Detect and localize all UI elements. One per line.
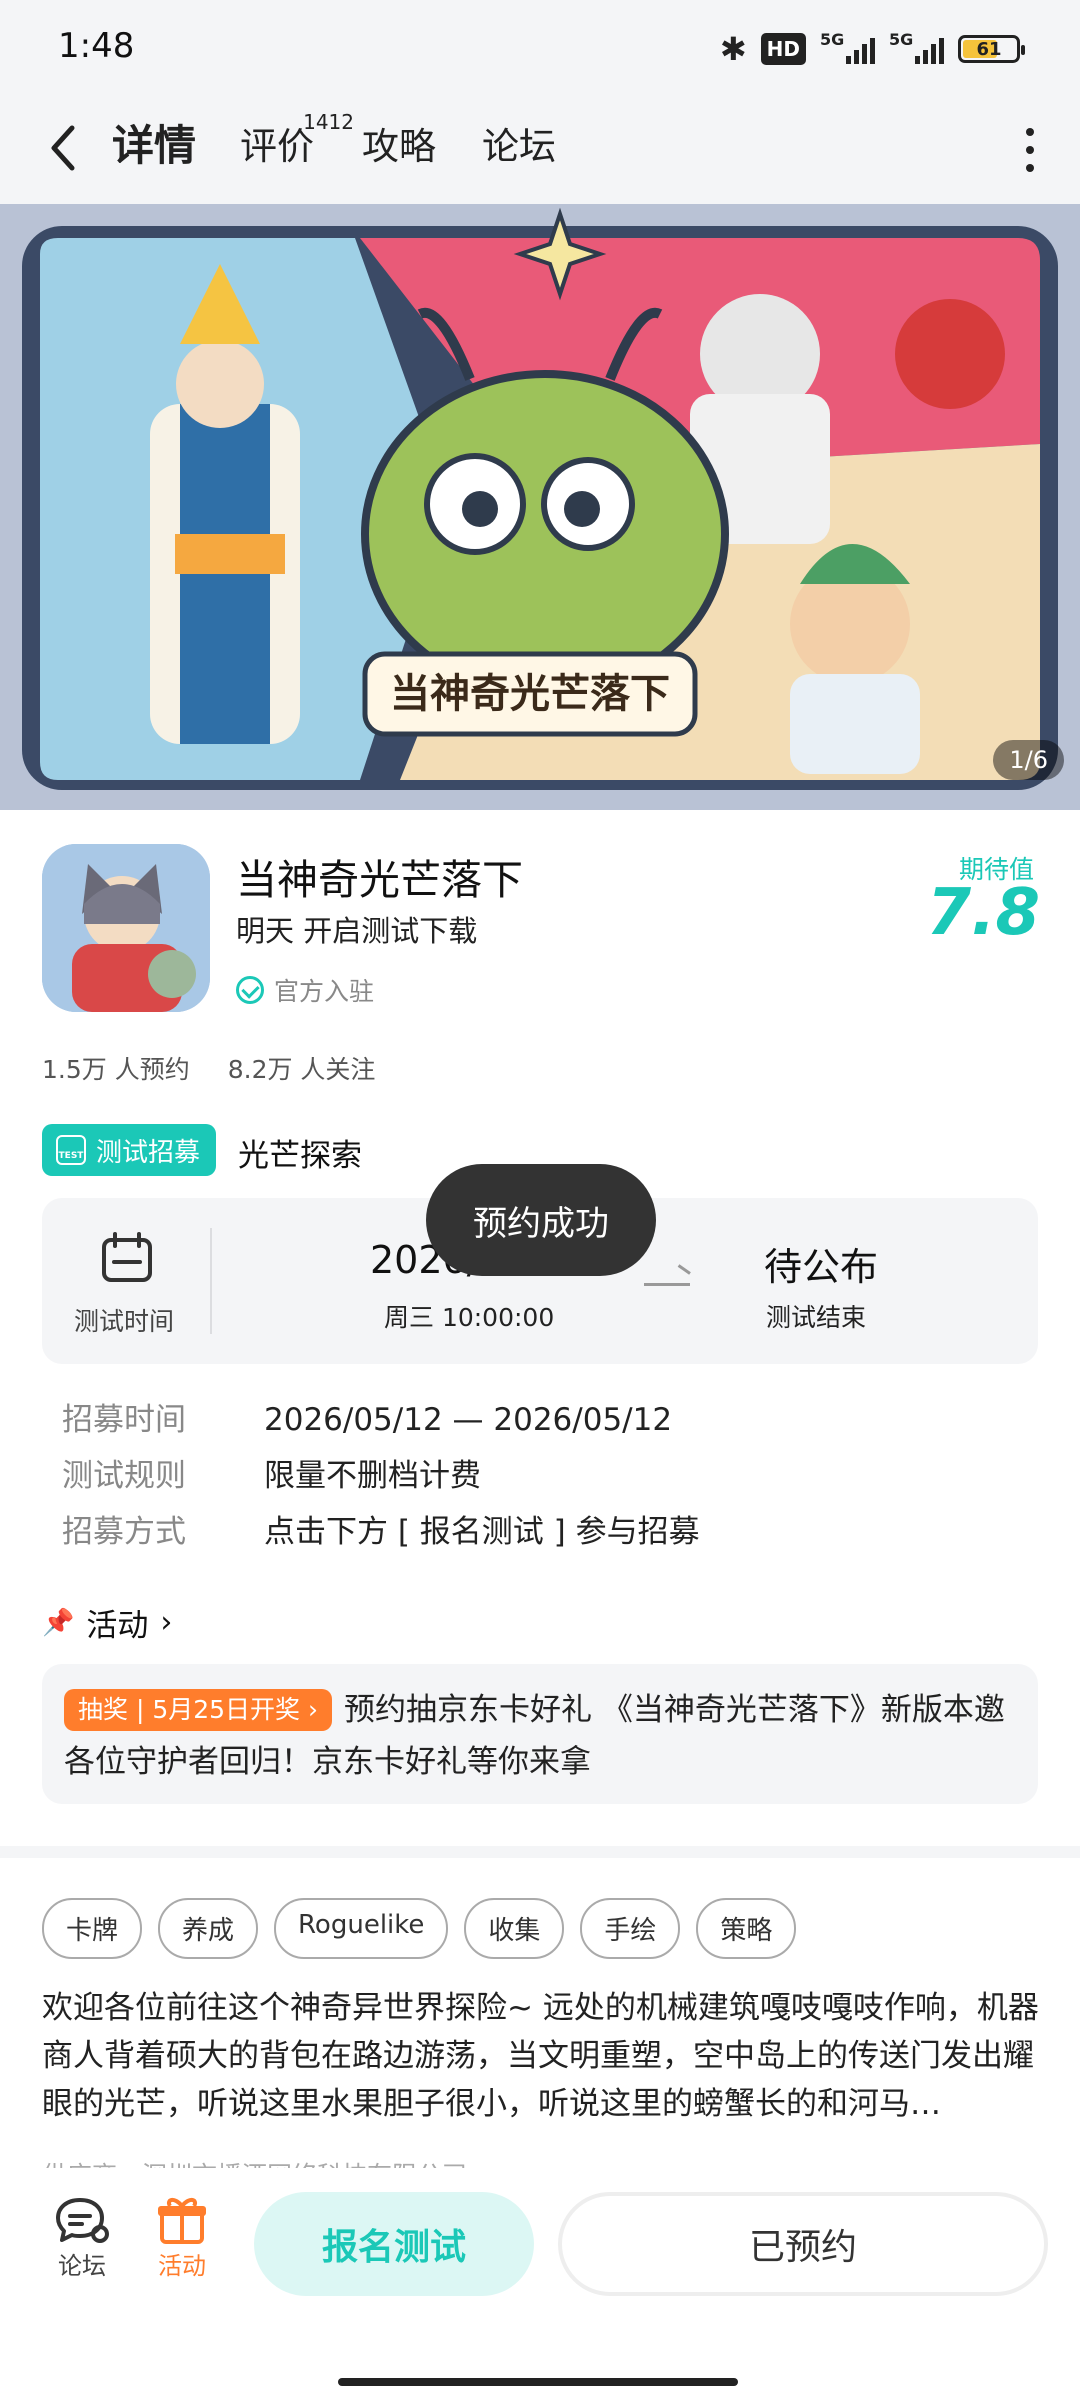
test-recruit-tag: TEST 测试招募 [42, 1124, 217, 1176]
tab-guides[interactable]: 攻略 [362, 116, 436, 170]
signup-test-button[interactable]: 报名测试 [254, 2192, 534, 2296]
rule-key: 招募方式 [62, 1514, 186, 1550]
tab-label: 详情 [112, 121, 197, 170]
tab-label: 论坛 [482, 125, 556, 168]
battery-icon: 61 [958, 35, 1025, 63]
recruit-rules: 招募时间 2026/05/12 — 2026/05/12 测试规则 限量不删档计… [62, 1392, 700, 1560]
genre-tag[interactable]: 卡牌 [42, 1898, 143, 1959]
genre-tag[interactable]: 手绘 [580, 1898, 681, 1959]
network-type-label: 5G [820, 30, 845, 49]
rule-value: 限量不删档计费 [264, 1458, 481, 1494]
bluetooth-icon: ✱ [719, 30, 747, 68]
pin-icon: 📌 [42, 1607, 75, 1638]
toast-message: 预约成功 [426, 1164, 656, 1276]
signal-icon: 5G [889, 30, 944, 64]
rule-value: 2026/05/12 — 2026/05/12 [264, 1402, 673, 1438]
rule-key: 招募时间 [62, 1402, 186, 1438]
game-subtitle: 明天 开启测试下载 [236, 914, 478, 948]
top-nav: 详情 评价 1412 攻略 论坛 [0, 96, 1080, 204]
genre-tag[interactable]: 养成 [158, 1898, 259, 1959]
forum-label: 论坛 [58, 2252, 106, 2280]
game-description[interactable]: 欢迎各位前往这个神奇异世界探险~ 远处的机械建筑嘎吱嘎吱作响，机器商人背着硕大的… [42, 1984, 1042, 2128]
network-type-label: 5G [889, 30, 914, 49]
carousel-pager: 1/6 [993, 740, 1064, 780]
activity-button[interactable]: 活动 [142, 2194, 222, 2281]
divider [210, 1228, 212, 1334]
tab-label: 攻略 [362, 125, 436, 168]
rule-row: 招募方式 点击下方 [ 报名测试 ] 参与招募 [62, 1504, 700, 1560]
test-badge-icon: TEST [56, 1135, 86, 1165]
home-indicator[interactable] [338, 2378, 738, 2386]
test-recruit-label: 测试招募 [96, 1137, 201, 1168]
status-bar: 1:48 ✱ HD 5G 5G 61 [0, 0, 1080, 96]
official-badge: 官方入驻 [236, 972, 374, 1008]
follower-count: 8.2万 人关注 [227, 1055, 376, 1084]
genre-tag[interactable]: Roguelike [274, 1898, 449, 1959]
arrow-right-icon [644, 1274, 690, 1286]
forum-chat-icon [56, 2198, 109, 2243]
status-time: 1:48 [58, 26, 135, 66]
rule-row: 测试规则 限量不删档计费 [62, 1448, 700, 1504]
expectation-score: 7.8 [926, 876, 1040, 950]
calendar-icon [102, 1232, 152, 1282]
tab-reviews[interactable]: 评价 1412 [240, 110, 354, 170]
official-label: 官方入驻 [274, 977, 375, 1006]
test-end-label: 测试结束 [766, 1303, 867, 1332]
test-end-value: 待公布 [764, 1245, 879, 1289]
reserved-button[interactable]: 已预约 [558, 2192, 1048, 2296]
banner-logo-text: 当神奇光芒落下 [390, 671, 670, 717]
game-title: 当神奇光芒落下 [236, 856, 523, 904]
rule-row: 招募时间 2026/05/12 — 2026/05/12 [62, 1392, 700, 1448]
hd-voice-icon: HD [760, 33, 806, 65]
review-count-badge: 1412 [303, 110, 354, 134]
lottery-badge: 抽奖 | 5月25日开奖 › [64, 1689, 332, 1731]
gift-icon [158, 2198, 206, 2244]
tab-details[interactable]: 详情 [108, 112, 201, 173]
banner-artwork: 当神奇光芒落下 [0, 204, 1080, 810]
reservation-count: 1.5万 人预约 [42, 1055, 190, 1084]
test-time-label: 测试时间 [74, 1307, 175, 1336]
forum-button[interactable]: 论坛 [42, 2194, 122, 2281]
test-name: 光芒探索 [238, 1138, 362, 1174]
game-icon [42, 844, 210, 1012]
activity-label: 活动 [158, 2252, 206, 2280]
test-start-time: 周三 10:00:00 [384, 1303, 555, 1332]
game-stats: 1.5万 人预约 8.2万 人关注 [42, 1050, 375, 1086]
activity-card[interactable]: 抽奖 | 5月25日开奖 › 预约抽京东卡好礼 《当神奇光芒落下》新版本邀各位守护… [42, 1664, 1038, 1804]
rule-key: 测试规则 [62, 1458, 186, 1494]
genre-tag[interactable]: 收集 [464, 1898, 565, 1959]
banner-carousel[interactable]: 当神奇光芒落下 1/6 [0, 204, 1080, 810]
activity-section-link[interactable]: 📌 活动 › [42, 1600, 172, 1645]
activity-title: 活动 [86, 1608, 149, 1644]
bottom-action-bar: 论坛 活动 报名测试 已预约 [0, 2168, 1080, 2400]
back-arrow-icon[interactable] [44, 118, 84, 178]
rule-value: 点击下方 [ 报名测试 ] 参与招募 [264, 1514, 700, 1550]
tab-forum[interactable]: 论坛 [482, 116, 556, 170]
section-separator [0, 1846, 1080, 1858]
battery-level: 61 [976, 38, 1002, 60]
verified-check-icon [236, 976, 264, 1004]
status-icons: ✱ HD 5G 5G 61 [719, 30, 1025, 68]
chevron-right-icon: › [160, 1605, 173, 1640]
genre-tag[interactable]: 策略 [696, 1898, 797, 1959]
genre-tags: 卡牌 养成 Roguelike 收集 手绘 策略 [42, 1898, 797, 1959]
more-options-icon[interactable] [1024, 128, 1036, 172]
signal-icon: 5G [820, 30, 875, 64]
